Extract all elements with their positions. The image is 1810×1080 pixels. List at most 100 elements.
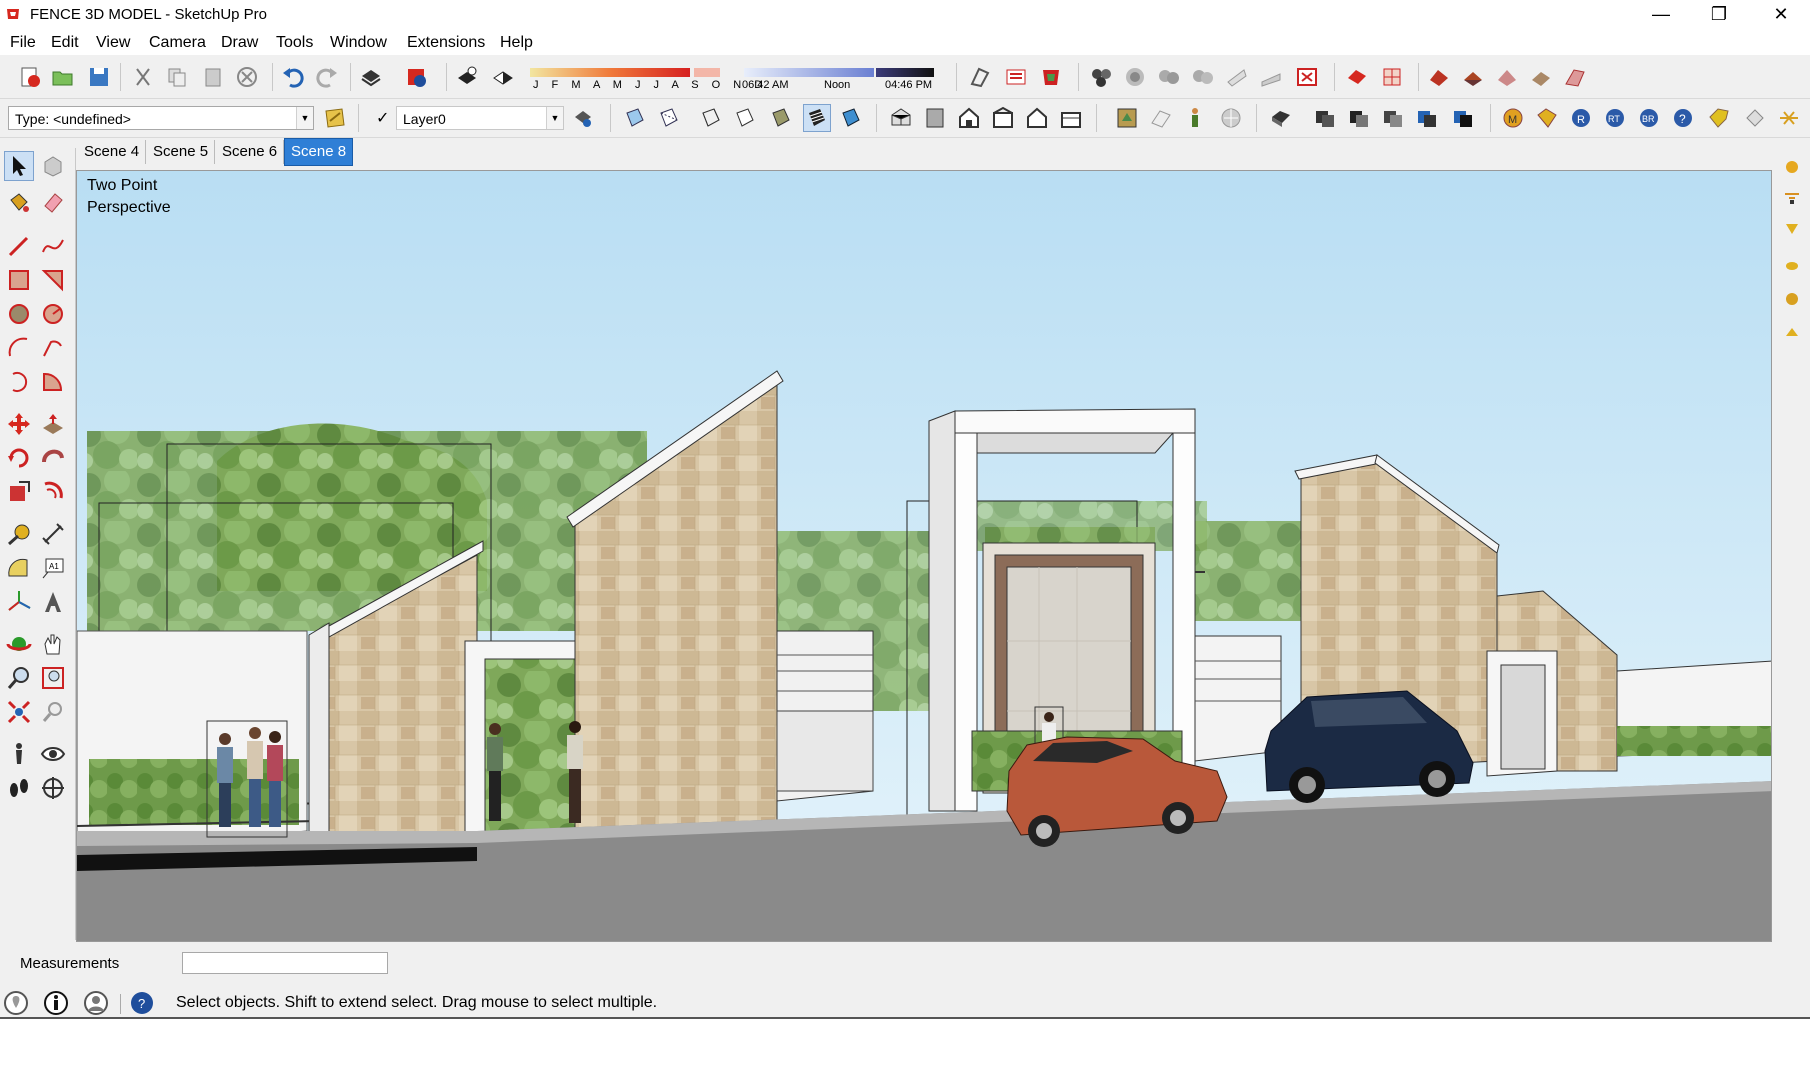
- rectangle-icon[interactable]: [5, 266, 33, 294]
- front-view-icon[interactable]: [956, 105, 982, 131]
- circle-icon[interactable]: [5, 300, 33, 328]
- month-slider-thumb[interactable]: [694, 68, 720, 77]
- follow-me-icon[interactable]: [39, 444, 67, 472]
- vray-plane-light-icon[interactable]: [1783, 188, 1801, 206]
- sandbox-scratch-icon[interactable]: [1379, 64, 1405, 90]
- restore-button[interactable]: ❐: [1690, 0, 1748, 29]
- match-photo-icon[interactable]: [1148, 105, 1174, 131]
- rotated-rectangle-icon[interactable]: [39, 266, 67, 294]
- help-icon[interactable]: ?: [129, 990, 155, 1016]
- subtract-icon[interactable]: [1414, 105, 1440, 131]
- vray-options-icon[interactable]: [1534, 105, 1560, 131]
- offset-icon[interactable]: [39, 478, 67, 506]
- time-slider-end[interactable]: [876, 68, 934, 77]
- axes-icon[interactable]: [5, 588, 33, 616]
- vray-ies-light-icon[interactable]: [1783, 324, 1801, 342]
- right-view-icon[interactable]: [990, 105, 1016, 131]
- vray-spot-light-icon[interactable]: [1783, 220, 1801, 238]
- outer-shell-icon[interactable]: [1312, 105, 1338, 131]
- photo-texture-icon[interactable]: [1258, 64, 1284, 90]
- zoom-extents-icon[interactable]: [5, 698, 33, 726]
- time-slider[interactable]: [744, 68, 874, 77]
- section-cuts-icon[interactable]: [1038, 64, 1064, 90]
- flip-edge-icon[interactable]: [1562, 64, 1588, 90]
- position-camera-tool-icon[interactable]: [5, 740, 33, 768]
- move-icon[interactable]: [5, 410, 33, 438]
- menu-tools[interactable]: Tools: [276, 34, 313, 52]
- look-around-icon[interactable]: [39, 740, 67, 768]
- upload-icon[interactable]: [1224, 64, 1250, 90]
- select-tool-icon[interactable]: [4, 151, 34, 181]
- display-section-icon[interactable]: [1003, 64, 1029, 90]
- close-button[interactable]: ✕: [1752, 0, 1810, 29]
- intersect-icon[interactable]: [1346, 105, 1372, 131]
- geo-location-status-icon[interactable]: [3, 990, 29, 1016]
- wireframe-style-icon[interactable]: [698, 105, 724, 131]
- sandbox-contours-icon[interactable]: [1344, 64, 1370, 90]
- freehand-icon[interactable]: [39, 232, 67, 260]
- fog-icon[interactable]: [490, 64, 516, 90]
- undo-icon[interactable]: [280, 64, 306, 90]
- vray-rt-icon[interactable]: RT: [1602, 105, 1628, 131]
- layer-visible-check[interactable]: ✓: [376, 108, 389, 128]
- cut-icon[interactable]: [130, 64, 156, 90]
- text-tool-icon[interactable]: A1: [39, 554, 67, 582]
- position-camera-icon[interactable]: [1114, 105, 1140, 131]
- entity-info-icon[interactable]: [322, 105, 348, 131]
- entity-type-combo[interactable]: Type: <undefined> ▼: [8, 106, 314, 130]
- vray-render-icon[interactable]: R: [1568, 105, 1594, 131]
- vray-material-icon[interactable]: M: [1500, 105, 1526, 131]
- left-view-icon[interactable]: [1058, 105, 1084, 131]
- tab-scene-4[interactable]: Scene 4: [78, 140, 147, 164]
- tab-scene-5[interactable]: Scene 5: [147, 140, 216, 164]
- pie-icon[interactable]: [39, 368, 67, 396]
- dimension-icon[interactable]: [39, 520, 67, 548]
- menu-extensions[interactable]: Extensions: [407, 34, 485, 52]
- geo-location-icon[interactable]: [1218, 105, 1244, 131]
- tape-measure-icon[interactable]: [5, 520, 33, 548]
- 3d-text-icon[interactable]: [39, 588, 67, 616]
- add-detail-icon[interactable]: [1528, 64, 1554, 90]
- vray-omni-light-icon[interactable]: [1783, 256, 1801, 274]
- xray-style-icon[interactable]: [622, 105, 648, 131]
- rotate-icon[interactable]: [5, 444, 33, 472]
- warehouse-icon[interactable]: [1122, 64, 1148, 90]
- help-circle-icon[interactable]: ?: [1670, 105, 1696, 131]
- smoove-icon[interactable]: [1426, 64, 1452, 90]
- chevron-down-icon[interactable]: ▼: [546, 107, 563, 129]
- light-icon[interactable]: [1776, 105, 1802, 131]
- drape-icon[interactable]: [1494, 64, 1520, 90]
- measurements-input[interactable]: [182, 952, 388, 974]
- menu-help[interactable]: Help: [500, 34, 533, 52]
- previous-view-icon[interactable]: [39, 698, 67, 726]
- menu-file[interactable]: File: [10, 34, 36, 52]
- layer-manager-icon[interactable]: [570, 105, 596, 131]
- menu-draw[interactable]: Draw: [221, 34, 258, 52]
- open-folder-icon[interactable]: [50, 64, 76, 90]
- tag-icon[interactable]: [1706, 105, 1732, 131]
- make-component-icon[interactable]: [39, 152, 67, 180]
- print-icon[interactable]: [358, 64, 384, 90]
- menu-camera[interactable]: Camera: [149, 34, 206, 52]
- polygon-icon[interactable]: [39, 300, 67, 328]
- orbit-icon[interactable]: [5, 630, 33, 658]
- two-point-arc-icon[interactable]: [39, 334, 67, 362]
- solid-tools-icon[interactable]: [1268, 105, 1294, 131]
- line-tool-icon[interactable]: [5, 232, 33, 260]
- top-view-icon[interactable]: [922, 105, 948, 131]
- redo-icon[interactable]: [314, 64, 340, 90]
- union-icon[interactable]: [1380, 105, 1406, 131]
- extension-warehouse-icon[interactable]: [1190, 64, 1216, 90]
- copy-icon[interactable]: [164, 64, 190, 90]
- minimize-button[interactable]: —: [1632, 0, 1690, 29]
- zoom-icon[interactable]: [5, 664, 33, 692]
- iso-view-icon[interactable]: [888, 105, 914, 131]
- paste-icon[interactable]: [200, 64, 226, 90]
- walk-tool-icon[interactable]: [5, 774, 33, 802]
- section-plane-tool-icon[interactable]: [39, 774, 67, 802]
- push-pull-icon[interactable]: [39, 410, 67, 438]
- back-edges-style-icon[interactable]: [656, 105, 682, 131]
- vray-sun-icon[interactable]: [1783, 158, 1801, 176]
- vray-batch-render-icon[interactable]: BR: [1636, 105, 1662, 131]
- trim-icon[interactable]: [1450, 105, 1476, 131]
